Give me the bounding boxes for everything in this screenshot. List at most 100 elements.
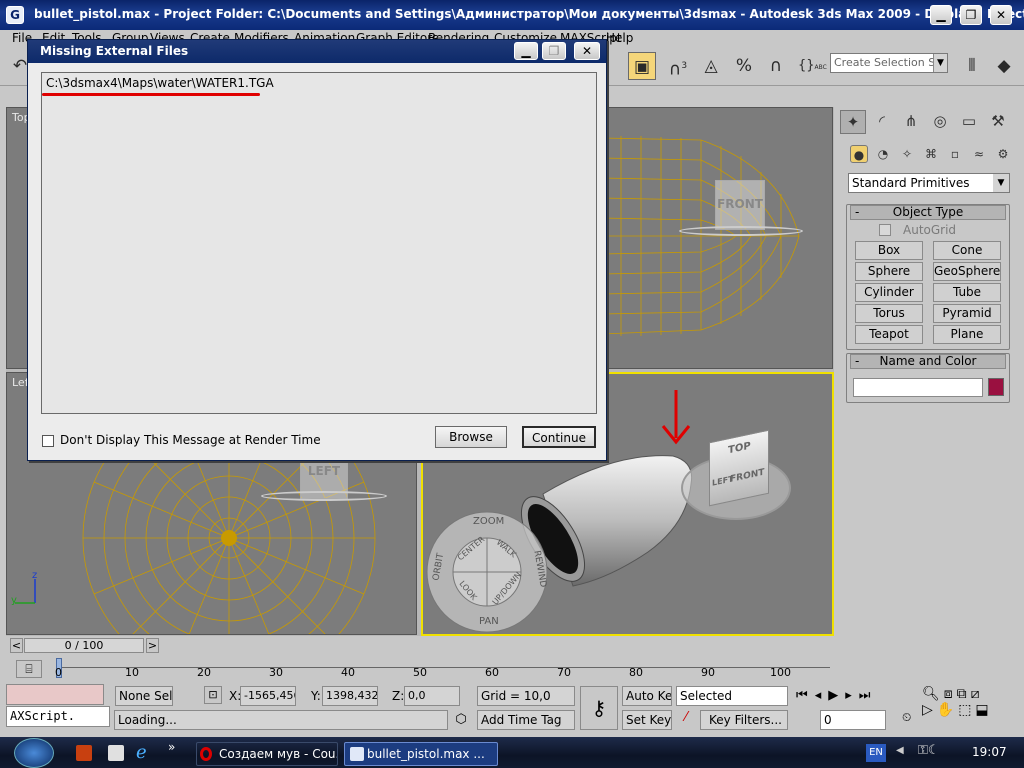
align-icon[interactable]: ◆ [990, 52, 1018, 80]
view-cube[interactable]: TOP FRONT LEFT [709, 429, 769, 507]
front-view-cube[interactable]: FRONT [715, 180, 765, 230]
tick-10: 10 [125, 666, 139, 679]
modify-tab-icon[interactable]: ◜ [869, 110, 895, 134]
helpers-icon[interactable]: ▫ [946, 145, 964, 163]
cameras-icon[interactable]: ⌘ [922, 145, 940, 163]
cylinder-button[interactable]: Cylinder [855, 283, 923, 302]
lights-icon[interactable]: ✧ [898, 145, 916, 163]
set-key-icon[interactable]: ⚷ [580, 686, 618, 730]
selection-set-dropdown-icon[interactable]: ▼ [933, 54, 947, 72]
edit-named-selection-icon[interactable]: {}ABC [798, 52, 827, 80]
geosphere-button[interactable]: GeoSphere [933, 262, 1001, 281]
key-mode-dropdown[interactable]: Selected [676, 686, 788, 706]
default-tangent-icon[interactable]: ⁄ [676, 710, 696, 730]
primitives-dropdown-arrow-icon[interactable]: ▼ [993, 174, 1009, 192]
menu-help[interactable]: Help [606, 31, 633, 45]
browse-button[interactable]: Browse [435, 426, 507, 448]
task-3dsmax[interactable]: bullet_pistol.max ... [344, 742, 498, 766]
selection-set-input[interactable]: Create Selection Set [830, 53, 948, 73]
time-config-icon[interactable]: ⏲ [902, 710, 918, 730]
y-coordinate-input[interactable]: 1398,432 [322, 686, 378, 706]
view-cube-left-label[interactable]: LEFT [712, 474, 733, 488]
primitives-dropdown[interactable]: Standard Primitives [848, 173, 1010, 193]
auto-key-button[interactable]: Auto Key [622, 686, 672, 706]
pyramid-button[interactable]: Pyramid [933, 304, 1001, 323]
named-selection-label: ABC [814, 64, 827, 71]
select-filter-icon[interactable]: ▣ [628, 52, 656, 80]
name-color-header[interactable]: - Name and Color [850, 354, 1006, 369]
spinner-snap-icon[interactable]: ∩ [762, 52, 790, 80]
current-frame-input[interactable]: 0 [820, 710, 886, 730]
language-indicator[interactable]: EN [866, 744, 886, 762]
tube-button[interactable]: Tube [933, 283, 1001, 302]
sphere-button[interactable]: Sphere [855, 262, 923, 281]
ie-icon[interactable]: ℯ [136, 743, 156, 763]
snap-toggle-icon[interactable]: ∩3 [664, 52, 692, 80]
view-cube-front-label[interactable]: FRONT [730, 468, 764, 485]
add-time-tag-button[interactable]: Add Time Tag [477, 710, 575, 730]
object-name-input[interactable] [853, 378, 983, 397]
playback-controls[interactable]: ⏮◂▶▸⏭ [796, 688, 916, 706]
z-coordinate-input[interactable]: 0,0 [404, 686, 460, 706]
title-bar[interactable]: G bullet_pistol.max - Project Folder: C:… [0, 0, 1024, 30]
time-slider-thumb[interactable]: 0 / 100 [24, 638, 144, 653]
dialog-minimize-button[interactable]: ▁ [514, 42, 538, 60]
maxscript-input[interactable]: AXScript. [6, 706, 110, 727]
motion-tab-icon[interactable]: ◎ [927, 110, 953, 134]
autogrid-checkbox[interactable] [879, 224, 891, 236]
plane-button[interactable]: Plane [933, 325, 1001, 344]
box-button[interactable]: Box [855, 241, 923, 260]
key-filters-button[interactable]: Key Filters... [700, 710, 788, 730]
dont-display-checkbox[interactable] [42, 435, 54, 447]
mirror-icon[interactable]: ⫴ [958, 52, 986, 80]
torus-button[interactable]: Torus [855, 304, 923, 323]
minimize-button[interactable]: ▁ [930, 5, 952, 25]
view-cube-top-label[interactable]: TOP [728, 441, 751, 457]
quicklaunch-more[interactable]: » [168, 740, 175, 754]
app-icon[interactable]: G [6, 6, 24, 24]
close-button[interactable]: ✕ [990, 5, 1012, 25]
create-tab-icon[interactable]: ✦ [840, 110, 866, 134]
time-next-button[interactable]: > [146, 638, 159, 653]
y-label: Y: [311, 689, 321, 703]
hierarchy-tab-icon[interactable]: ⋔ [898, 110, 924, 134]
utilities-tab-icon[interactable]: ⚒ [985, 110, 1011, 134]
percent-snap-icon[interactable]: % [730, 52, 758, 80]
maximize-button[interactable]: ❐ [960, 5, 982, 25]
viewport-nav-controls[interactable]: 🔍︎⧈⧉⧄ ▷✋⬚⬓ [922, 686, 1020, 730]
display-tab-icon[interactable]: ▭ [956, 110, 982, 134]
object-color-swatch[interactable] [988, 378, 1004, 396]
continue-button[interactable]: Continue [522, 426, 596, 448]
object-type-collapse[interactable]: - [855, 206, 859, 219]
quicklaunch-icon-1[interactable] [76, 745, 92, 761]
start-button[interactable] [14, 738, 54, 768]
angle-snap-icon[interactable]: ◬ [697, 52, 725, 80]
curve-editor-icon[interactable]: ⌸ [16, 660, 42, 678]
teapot-button[interactable]: Teapot [855, 325, 923, 344]
wheel-pan-label[interactable]: PAN [479, 616, 499, 627]
missing-file-item[interactable]: C:\3dsmax4\Maps\water\WATER1.TGA [46, 76, 274, 90]
object-type-header[interactable]: - Object Type [850, 205, 1006, 220]
vertex-snap-icon[interactable]: ⬡ [452, 710, 470, 730]
maxscript-listener-pink[interactable] [6, 684, 104, 705]
space-warps-icon[interactable]: ≈ [970, 145, 988, 163]
name-color-collapse[interactable]: - [855, 355, 859, 368]
tray-icons[interactable]: ⚿☾ [918, 743, 968, 763]
tick-40: 40 [341, 666, 355, 679]
systems-icon[interactable]: ⚙ [994, 145, 1012, 163]
shapes-icon[interactable]: ◔ [874, 145, 892, 163]
geometry-icon[interactable]: ● [850, 145, 868, 163]
task-opera[interactable]: Создаем мув - Cou... [196, 742, 338, 766]
missing-files-list[interactable] [41, 72, 597, 414]
prompt-line: Loading... [114, 710, 448, 730]
time-prev-button[interactable]: < [10, 638, 23, 653]
quicklaunch-icon-2[interactable] [108, 745, 124, 761]
track-bar[interactable]: ⌸ 0 10 20 30 40 50 60 70 80 90 100 [8, 658, 834, 682]
cone-button[interactable]: Cone [933, 241, 1001, 260]
tray-arrow-icon[interactable]: ◀ [896, 745, 910, 761]
dialog-close-button[interactable]: ✕ [574, 42, 600, 60]
lock-selection-icon[interactable]: ⊡ [204, 686, 222, 704]
x-coordinate-input[interactable]: -1565,456 [240, 686, 296, 706]
set-key-button[interactable]: Set Key [622, 710, 672, 730]
wheel-zoom-label[interactable]: ZOOM [473, 516, 504, 527]
